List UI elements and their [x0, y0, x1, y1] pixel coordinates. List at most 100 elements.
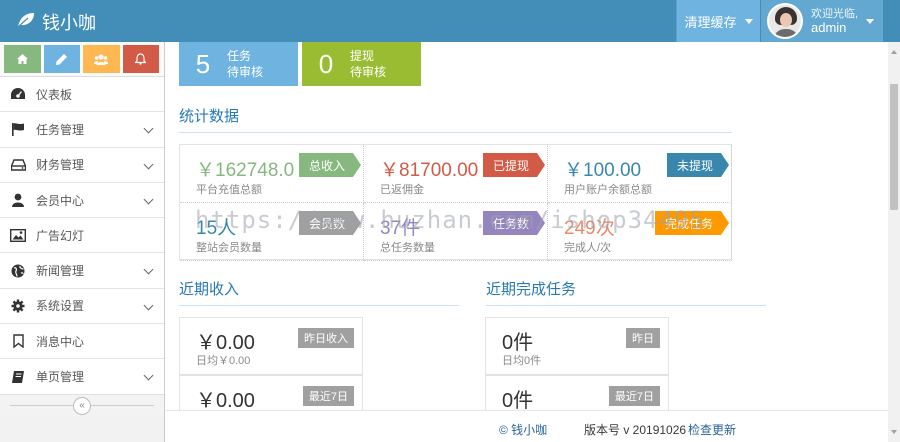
- stat-completions: 249次 完成人/次 完成任务: [548, 203, 732, 261]
- stat-value: 37件: [380, 218, 421, 239]
- flag-icon: [9, 121, 27, 137]
- clear-cache-label: 清理缓存: [684, 14, 737, 30]
- stat-label: 整站会员数量: [196, 242, 262, 254]
- tasks-yesterday-box: 0件 日均0件 昨日: [485, 317, 669, 375]
- stat-tag: 任务数: [482, 211, 546, 235]
- stat-members: 15人 整站会员数量 会员数: [180, 203, 364, 261]
- sidebar-item-pages[interactable]: 单页管理: [0, 359, 164, 395]
- chevron-down-icon: [143, 370, 154, 381]
- scroll-thumb[interactable]: [890, 84, 898, 210]
- stat-value: 15人: [196, 218, 237, 239]
- stat-tag: 总收入: [298, 153, 362, 177]
- home-icon: [16, 54, 28, 64]
- pending-status: 待审核: [350, 65, 387, 79]
- sidebar-item-label: 财务管理: [36, 158, 85, 173]
- stat-balance: ￥100.00 用户账户余额总额 未提现: [548, 145, 732, 203]
- sidebar-item-label: 任务管理: [36, 122, 85, 137]
- globe-icon: [9, 263, 27, 279]
- stat-tag: 完成任务: [654, 211, 730, 235]
- stat-label: 已返佣金: [380, 184, 424, 196]
- notify-shortcut-button[interactable]: [122, 45, 159, 73]
- stat-label: 用户账户余额总额: [564, 184, 652, 196]
- box-sub: 日均￥0.00: [196, 355, 251, 367]
- sidebar-item-label: 单页管理: [36, 370, 85, 385]
- box-badge: 昨日收入: [298, 328, 354, 348]
- chevron-down-icon: [143, 300, 154, 311]
- sidebar-item-ads[interactable]: 广告幻灯: [0, 218, 164, 254]
- scroll-up-arrow-icon[interactable]: [891, 50, 897, 54]
- footer: © 钱小咖 版本号 v 20191026 检查更新: [166, 410, 888, 442]
- stat-value: ￥81700.00: [380, 160, 479, 181]
- stat-tag: 已提现: [482, 153, 546, 177]
- chevron-down-icon: [143, 123, 154, 134]
- pending-label: 任务: [227, 49, 252, 63]
- sidebar: 仪表板 任务管理 财务管理 会员中心 广告幻灯 新闻管理 系统设置 消息中心 单…: [0, 42, 165, 442]
- bell-icon: [135, 53, 147, 65]
- sidebar-item-label: 仪表板: [36, 87, 73, 102]
- top-navbar: 钱小咖 清理缓存 欢迎光临, admin: [0, 0, 900, 42]
- stats-section-title: 统计数据: [179, 105, 732, 133]
- box-badge: 最近7日: [302, 386, 354, 406]
- chevron-down-icon: [143, 159, 154, 170]
- chevron-down-icon: [866, 18, 875, 24]
- page-scrollbar[interactable]: [888, 42, 900, 442]
- pending-tasks-card[interactable]: 5 任务 待审核: [179, 42, 298, 86]
- sidebar-item-messages[interactable]: 消息中心: [0, 324, 164, 360]
- double-chevron-left-icon[interactable]: «: [73, 396, 91, 415]
- avatar: [767, 3, 803, 39]
- sidebar-item-label: 消息中心: [36, 334, 85, 349]
- stat-commission: ￥81700.00 已返佣金 已提现: [364, 145, 548, 203]
- check-update-link[interactable]: 检查更新: [688, 421, 736, 438]
- sidebar-item-news[interactable]: 新闻管理: [0, 253, 164, 289]
- pending-label: 提现: [350, 49, 375, 63]
- sidebar-item-label: 系统设置: [36, 299, 85, 314]
- box-badge: 昨日: [626, 328, 660, 348]
- income-yesterday-box: ￥0.00 日均￥0.00 昨日收入: [179, 317, 363, 375]
- stat-label: 完成人/次: [564, 242, 612, 254]
- chevron-down-icon: [744, 18, 753, 24]
- users-icon: [94, 53, 109, 65]
- pending-withdraw-card[interactable]: 0 提现 待审核: [302, 42, 421, 86]
- pencil-icon: [56, 53, 68, 65]
- leaf-icon: [16, 11, 36, 34]
- brand-name: 钱小咖: [42, 13, 96, 33]
- stat-value: ￥100.00: [564, 160, 642, 181]
- footer-version: 版本号 v 20191026: [584, 423, 687, 437]
- book-icon: [9, 369, 27, 385]
- user-menu[interactable]: 欢迎光临, admin: [761, 0, 883, 42]
- box-value: ￥0.00: [196, 390, 255, 412]
- sidebar-item-tasks[interactable]: 任务管理: [0, 112, 164, 148]
- dashboard-icon: [9, 86, 27, 102]
- box-value: 0件: [502, 332, 534, 354]
- stats-grid: ￥162748.0 平台充值总额 总收入 ￥81700.00 已返佣金 已提现 …: [179, 144, 732, 261]
- box-value: ￥0.00: [196, 332, 255, 354]
- shortcut-bar: [0, 42, 164, 77]
- sidebar-item-finance[interactable]: 财务管理: [0, 147, 164, 183]
- gear-icon: [9, 298, 27, 314]
- home-shortcut-button[interactable]: [4, 45, 41, 73]
- sidebar-item-label: 广告幻灯: [36, 228, 85, 243]
- sidebar-collapse-bar: «: [0, 394, 164, 416]
- footer-copyright[interactable]: © 钱小咖: [499, 421, 547, 438]
- income-section-title: 近期收入: [179, 278, 459, 306]
- box-sub: 日均0件: [502, 355, 542, 367]
- sidebar-item-settings[interactable]: 系统设置: [0, 288, 164, 325]
- sidebar-item-dashboard[interactable]: 仪表板: [0, 77, 164, 113]
- edit-shortcut-button[interactable]: [43, 45, 80, 73]
- clear-cache-button[interactable]: 清理缓存: [676, 0, 760, 42]
- stat-value: ￥162748.0: [196, 160, 295, 181]
- users-shortcut-button[interactable]: [83, 45, 120, 73]
- brand[interactable]: 钱小咖: [16, 9, 96, 35]
- pending-count: 5: [195, 48, 211, 79]
- pending-status: 待审核: [227, 65, 264, 79]
- scroll-down-arrow-icon[interactable]: [891, 430, 897, 434]
- pending-count: 0: [318, 48, 334, 79]
- box-value: 0件: [502, 390, 534, 412]
- stat-tag: 会员数: [298, 211, 362, 235]
- chevron-down-icon: [143, 265, 154, 275]
- stat-label: 总任务数量: [380, 242, 435, 254]
- stat-total-recharge: ￥162748.0 平台充值总额 总收入: [180, 145, 364, 203]
- welcome-text: 欢迎光临,: [811, 8, 859, 20]
- chevron-down-icon: [143, 194, 154, 205]
- sidebar-item-members[interactable]: 会员中心: [0, 182, 164, 219]
